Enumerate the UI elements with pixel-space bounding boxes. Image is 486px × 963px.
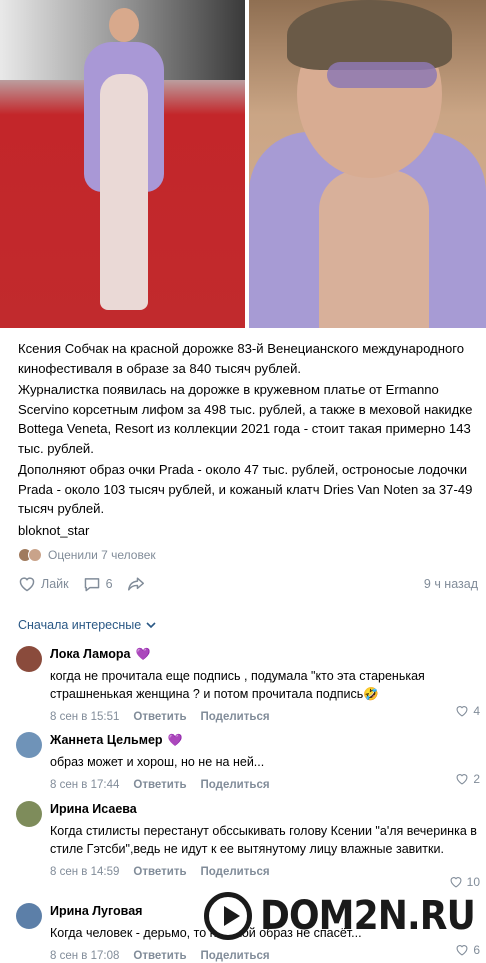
comment-likes: 10 <box>466 875 480 889</box>
comment-like-button[interactable]: 4 <box>455 704 480 718</box>
rated-label: Оценили 7 человек <box>48 548 156 562</box>
comment-likes: 4 <box>473 704 480 718</box>
comment-count: 6 <box>105 577 113 591</box>
chevron-down-icon <box>146 621 156 628</box>
post-source: bloknot_star <box>18 523 90 538</box>
reply-button[interactable]: Ответить <box>133 950 186 962</box>
heart-icon <box>456 945 468 956</box>
comment-date[interactable]: 8 сен в 17:08 <box>50 950 119 962</box>
post-actions: Лайк 6 9 ч назад <box>18 576 478 592</box>
share-icon <box>127 577 144 591</box>
comment-like-button[interactable]: 6 <box>455 943 480 957</box>
comment: Ирина Исаева Когда стилисты перестанут о… <box>16 801 480 891</box>
share-button[interactable]: Поделиться <box>201 779 270 791</box>
photo-portrait[interactable] <box>249 0 486 328</box>
comment-author[interactable]: Лока Ламора <box>50 646 130 662</box>
comment-date[interactable]: 8 сен в 14:59 <box>50 866 119 878</box>
heart-icon <box>19 577 35 592</box>
heart-icon <box>450 877 462 888</box>
watermark-text: DOM2N.RU <box>260 893 476 939</box>
like-label: Лайк <box>41 577 69 591</box>
comment-button[interactable]: 6 <box>83 576 113 592</box>
reply-button[interactable]: Ответить <box>133 711 186 723</box>
post-time[interactable]: 9 ч назад <box>424 577 478 591</box>
comment-likes: 6 <box>473 943 480 957</box>
comment-author[interactable]: Жаннета Цельмер <box>50 732 163 748</box>
avatar[interactable] <box>16 646 42 672</box>
post-photos[interactable] <box>0 0 486 328</box>
comment-text: когда не прочитала еще подпись , подумал… <box>50 669 425 701</box>
share-button[interactable]: Поделиться <box>201 711 270 723</box>
like-button[interactable]: Лайк <box>18 576 69 592</box>
photo-figure <box>84 8 164 326</box>
heart-badge-icon: 💜 <box>167 733 183 747</box>
comment-text: образ может и хорош, но не на ней... <box>50 755 265 769</box>
reactions-summary[interactable]: Оценили 7 человек <box>18 548 156 562</box>
post-paragraph-1: Ксения Собчак на красной дорожке 83-й Ве… <box>18 341 464 376</box>
sunglasses <box>327 62 437 88</box>
avatar[interactable] <box>16 903 42 929</box>
comment-text: Когда стилисты перестанут обссыкивать го… <box>50 824 477 856</box>
comment-like-button[interactable]: 2 <box>455 772 480 786</box>
reactor-avatar <box>28 548 42 562</box>
watermark: DOM2N.RU <box>204 892 486 940</box>
avatar[interactable] <box>16 801 42 827</box>
comment-icon <box>84 578 99 592</box>
post-paragraph-3: Дополняют образ очки Prada - около 47 ты… <box>18 462 473 516</box>
comment-date[interactable]: 8 сен в 15:51 <box>50 711 119 723</box>
comment-author[interactable]: Ирина Луговая <box>50 903 142 919</box>
sort-label: Сначала интересные <box>18 618 142 632</box>
reply-button[interactable]: Ответить <box>133 866 186 878</box>
heart-badge-icon: 💜 <box>135 647 151 661</box>
photo-red-carpet[interactable] <box>0 0 245 328</box>
heart-icon <box>456 706 468 717</box>
heart-icon <box>456 774 468 785</box>
comment: Жаннета Цельмер 💜 образ может и хорош, но… <box>16 732 480 791</box>
comment-author[interactable]: Ирина Исаева <box>50 801 137 817</box>
share-button[interactable]: Поделиться <box>201 950 270 962</box>
comment-like-button[interactable]: 10 <box>449 875 480 889</box>
comment-date[interactable]: 8 сен в 17:44 <box>50 779 119 791</box>
reply-button[interactable]: Ответить <box>133 779 186 791</box>
share-button[interactable]: Поделиться <box>201 866 270 878</box>
play-icon <box>204 892 252 940</box>
comments-sort-dropdown[interactable]: Сначала интересные <box>18 618 156 632</box>
comment-likes: 2 <box>473 772 480 786</box>
post-paragraph-2: Журналистка появилась на дорожке в круже… <box>18 382 473 456</box>
avatar[interactable] <box>16 732 42 758</box>
comment: Лока Ламора 💜 когда не прочитала еще подп… <box>16 646 480 723</box>
share-button[interactable] <box>127 576 150 592</box>
